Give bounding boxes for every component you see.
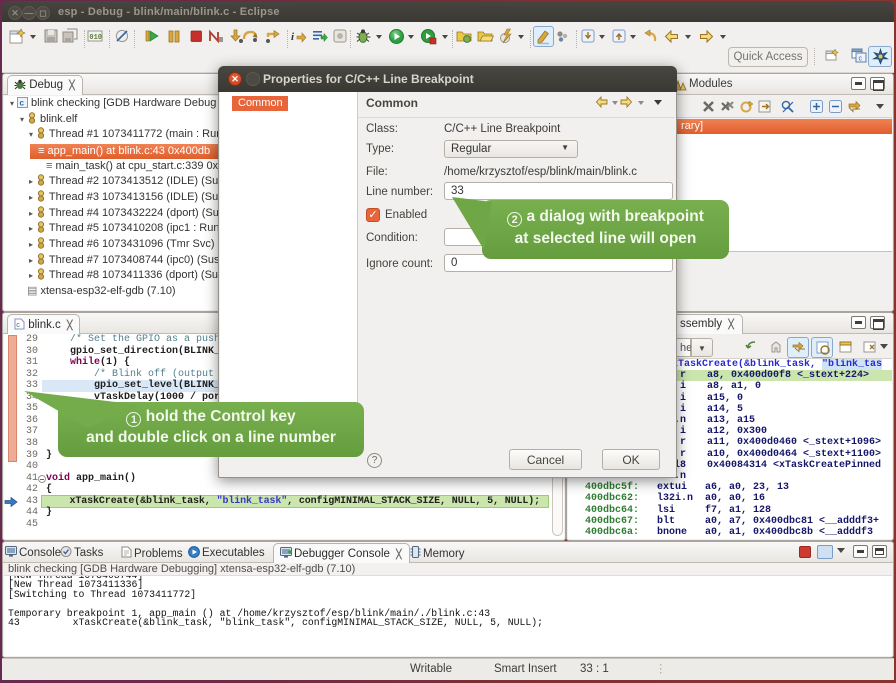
svg-text:i: i: [291, 31, 295, 43]
svg-text:c: c: [859, 56, 863, 63]
svg-text:010: 010: [89, 34, 102, 42]
svg-text:c: c: [20, 99, 25, 108]
svg-text:c: c: [16, 322, 20, 329]
